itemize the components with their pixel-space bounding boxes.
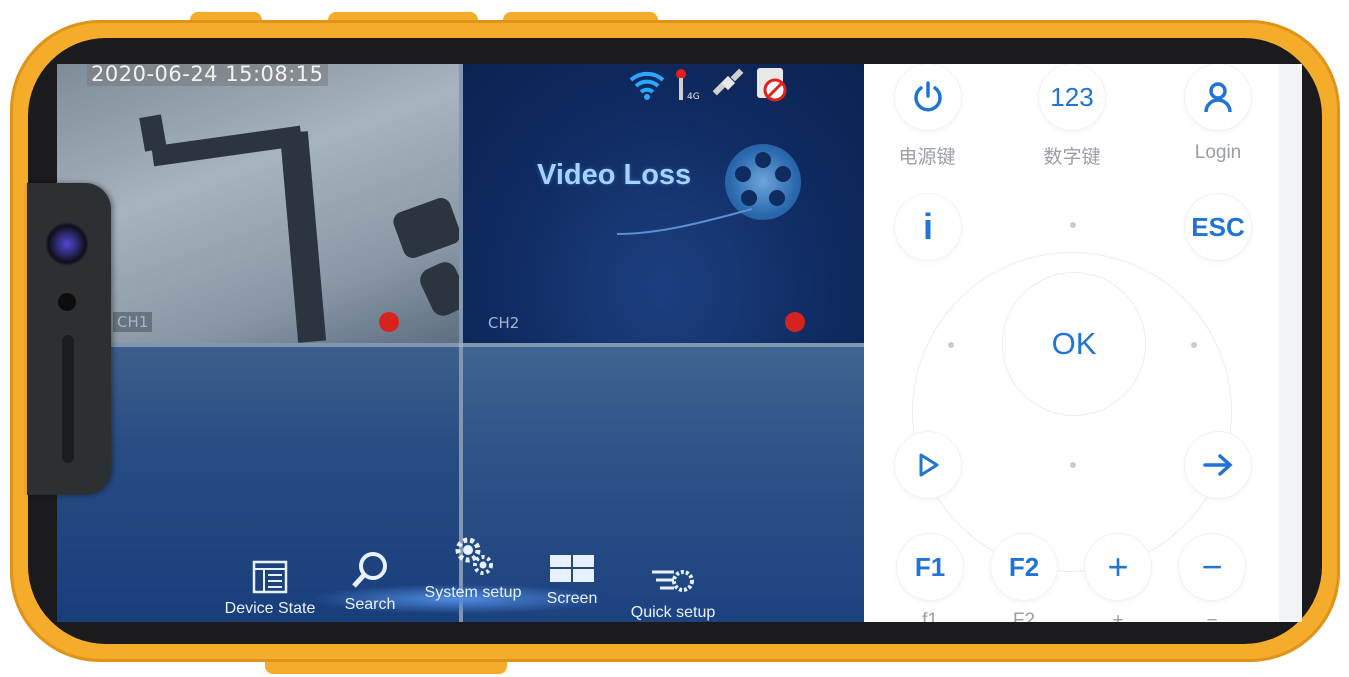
ok-button-label: OK xyxy=(1051,326,1097,361)
menu-screen[interactable]: Screen xyxy=(537,554,607,608)
dpad-up[interactable] xyxy=(1070,222,1076,228)
channel-2-record-indicator xyxy=(785,312,805,332)
minus-button[interactable]: − xyxy=(1179,534,1245,600)
speaker-slot xyxy=(62,335,74,463)
svg-text:4G: 4G xyxy=(687,92,700,102)
arrow-right-icon xyxy=(1203,454,1233,476)
number-keys-button[interactable]: 123 xyxy=(1039,64,1105,130)
power-button-label: 电源键 xyxy=(898,147,956,168)
minus-label: − xyxy=(1206,610,1218,622)
gps-satellite-icon xyxy=(711,66,745,102)
plus-button[interactable]: + xyxy=(1085,534,1151,600)
esc-button[interactable]: ESC xyxy=(1185,194,1251,260)
number-keys-label: 数字键 xyxy=(1043,147,1101,168)
video-loss-text: Video Loss xyxy=(537,159,692,191)
minus-button-text: − xyxy=(1201,546,1223,587)
login-button[interactable] xyxy=(1185,64,1251,130)
dpad-left[interactable] xyxy=(948,342,954,348)
channel-1-feed[interactable]: CH1 xyxy=(57,64,472,343)
camera-sensor xyxy=(58,293,76,311)
plus-button-text: + xyxy=(1107,546,1129,587)
device-state-icon xyxy=(252,560,288,594)
remote-panel-edge xyxy=(1279,64,1302,622)
menu-quick-setup-label: Quick setup xyxy=(630,604,716,621)
camera-lens xyxy=(45,222,89,266)
play-button[interactable] xyxy=(895,432,961,498)
status-icon-bar: 4G xyxy=(627,66,787,102)
f2-button-text: F2 xyxy=(1008,551,1040,582)
system-setup-gear-icon xyxy=(455,537,493,575)
ok-button[interactable]: OK xyxy=(1002,272,1146,416)
4g-signal-icon: 4G xyxy=(669,66,703,102)
menu-device-state[interactable]: Device State xyxy=(217,560,323,618)
play-icon xyxy=(919,453,939,477)
menu-search[interactable]: Search xyxy=(335,550,405,614)
menu-search-label: Search xyxy=(344,596,396,613)
info-button[interactable]: i xyxy=(895,194,961,260)
grid-divider-horizontal xyxy=(57,343,864,347)
phone-screen: CH1 CH2 2020-06-24 15:08:15 4G Video Los… xyxy=(57,64,1302,622)
next-button[interactable] xyxy=(1185,432,1251,498)
osd-timestamp: 2020-06-24 15:08:15 xyxy=(87,64,328,86)
dpad-down[interactable] xyxy=(1070,462,1076,468)
power-button[interactable] xyxy=(895,64,961,130)
channel-2-label: CH2 xyxy=(488,314,520,332)
f1-button-text: F1 xyxy=(914,551,946,582)
info-button-text: i xyxy=(922,206,933,247)
esc-button-text: ESC xyxy=(1191,211,1245,242)
menu-screen-label: Screen xyxy=(546,590,598,607)
power-icon xyxy=(914,81,942,112)
search-icon xyxy=(352,552,387,588)
f2-button[interactable]: F2 xyxy=(991,534,1057,600)
menu-device-state-label: Device State xyxy=(224,600,316,617)
film-strip-decoration xyxy=(617,208,753,235)
login-label: Login xyxy=(1194,142,1242,163)
menu-system-setup-label: System setup xyxy=(424,584,522,601)
screen-layout-icon xyxy=(550,555,594,582)
user-icon xyxy=(1204,82,1232,113)
quick-setup-icon xyxy=(652,570,694,592)
menu-system-setup[interactable]: System setup xyxy=(413,534,533,602)
channel-1-label: CH1 xyxy=(113,312,153,332)
no-disk-icon xyxy=(753,66,787,102)
channel-1-record-indicator xyxy=(379,312,399,332)
video-grid: CH1 CH2 2020-06-24 15:08:15 4G Video Los… xyxy=(57,64,864,622)
menu-quick-setup[interactable]: Quick setup xyxy=(623,564,723,622)
number-keys-text: 123 xyxy=(1050,81,1094,112)
dpad-right[interactable] xyxy=(1191,342,1197,348)
f1-button[interactable]: F1 xyxy=(897,534,963,600)
wifi-icon xyxy=(627,66,665,102)
